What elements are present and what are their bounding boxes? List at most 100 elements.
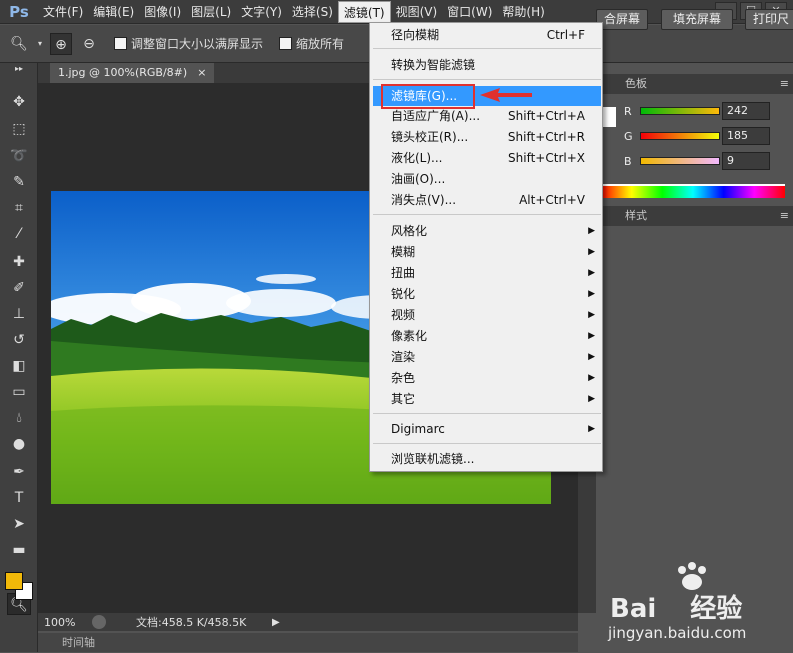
menu-select[interactable]: 选择(S) [287,1,338,23]
g-slider[interactable] [640,132,720,140]
checkbox-box[interactable] [279,37,293,50]
menu-item-oil-paint[interactable]: 油画(O)... [373,169,601,189]
r-slider[interactable] [640,107,720,115]
menu-item-label: 转换为智能滤镜 [391,58,476,72]
document-size: 文档:458.5 K/458.5K [136,616,247,629]
menu-layer[interactable]: 图层(L) [186,1,236,23]
menu-view[interactable]: 视图(V) [391,1,443,23]
gradient-tool-icon[interactable]: ▭ [7,381,31,403]
print-size-button[interactable]: 打印尺 [745,9,793,30]
healing-brush-tool-icon[interactable]: ✚ [7,251,31,273]
timeline-panel-header[interactable]: 时间轴 [38,633,578,652]
submenu-arrow-icon: ▶ [588,310,595,320]
tab-swatches[interactable]: 色板 [620,74,652,94]
move-tool-icon[interactable]: ✥ [7,91,31,113]
separator [373,413,601,414]
type-tool-icon[interactable]: T [7,487,31,509]
foreground-color-swatch[interactable] [5,572,23,590]
menu-filter[interactable]: 滤镜(T) [337,0,391,23]
resize-windows-checkbox[interactable]: 调整窗口大小以满屏显示 [114,35,263,52]
quick-select-tool-icon[interactable]: ✎ [7,171,31,193]
b-slider-row: B 9 [624,151,789,171]
menu-item-liquify[interactable]: 液化(L)... Shift+Ctrl+X [373,148,601,168]
history-brush-tool-icon[interactable]: ↺ [7,329,31,351]
menu-item-sharpen[interactable]: 锐化 ▶ [373,284,601,304]
menu-item-digimarc[interactable]: Digimarc ▶ [373,419,601,439]
menu-item-stylize[interactable]: 风格化 ▶ [373,221,601,241]
document-title: 1.jpg @ 100%(RGB/8#) [58,66,188,79]
zoom-out-icon[interactable]: ⊖ [78,33,100,55]
eraser-tool-icon[interactable]: ◧ [7,355,31,377]
document-tab[interactable]: 1.jpg @ 100%(RGB/8#) × [50,63,215,83]
menu-item-render[interactable]: 渲染 ▶ [373,347,601,367]
zoom-tool-icon[interactable]: 🔍︎ [8,33,30,55]
menu-item-vanishing-point[interactable]: 消失点(V)... Alt+Ctrl+V [373,190,601,210]
menu-edit[interactable]: 编辑(E) [88,1,139,23]
menu-type[interactable]: 文字(Y) [236,1,287,23]
menu-image[interactable]: 图像(I) [139,1,186,23]
submenu-arrow-icon: ▶ [588,289,595,299]
panel-menu-icon[interactable]: ≡ [780,206,789,226]
share-icon[interactable] [92,615,106,629]
resize-windows-label: 调整窗口大小以满屏显示 [131,37,264,51]
path-selection-tool-icon[interactable]: ➤ [7,513,31,535]
annotation-arrow-icon [480,88,532,102]
lasso-tool-icon[interactable]: ➰ [7,145,31,167]
marquee-tool-icon[interactable]: ⬚ [7,118,31,140]
watermark-brand: Bai 经验 [610,588,742,625]
menu-item-pixelate[interactable]: 像素化 ▶ [373,326,601,346]
menu-item-noise[interactable]: 杂色 ▶ [373,368,601,388]
menu-item-blur[interactable]: 模糊 ▶ [373,242,601,262]
style-panel-tabs: 样式 ≡ [596,206,793,226]
b-slider[interactable] [640,157,720,165]
menu-item-distort[interactable]: 扭曲 ▶ [373,263,601,283]
menu-item-label: 风格化 [391,224,428,238]
status-menu-arrow-icon[interactable]: ▶ [272,617,280,628]
separator [373,443,601,444]
separator [373,48,601,49]
b-value-input[interactable]: 9 [722,152,770,170]
tools-panel: ▸▸ ✥ ⬚ ➰ ✎ ⌗ ⁄ ✚ ✐ ⊥ ↺ ◧ ▭ 💧︎ ● ✒ T ➤ ▬ … [0,63,38,652]
fill-screen-button[interactable]: 填充屏幕 [661,9,733,30]
crop-tool-icon[interactable]: ⌗ [7,197,31,219]
menu-item-browse-filters-online[interactable]: 浏览联机滤镜... [373,449,601,469]
r-value-input[interactable]: 242 [722,102,770,120]
submenu-arrow-icon: ▶ [588,226,595,236]
tab-styles[interactable]: 样式 [620,206,652,226]
menu-item-label: Digimarc [391,422,445,436]
menu-item-adaptive-wide-angle[interactable]: 自适应广角(A)... Shift+Ctrl+A [373,106,601,126]
pen-tool-icon[interactable]: ✒ [7,461,31,483]
shortcut: Ctrl+F [546,28,585,42]
menu-item-label: 模糊 [391,245,416,259]
blur-tool-icon[interactable]: 💧︎ [7,407,31,429]
collapse-icon[interactable]: ▸▸ [7,63,31,75]
menu-file[interactable]: 文件(F) [38,1,88,23]
zoom-level[interactable]: 100% [38,616,78,629]
menu-item-lens-correction[interactable]: 镜头校正(R)... Shift+Ctrl+R [373,127,601,147]
color-spectrum[interactable] [601,184,785,198]
menu-help[interactable]: 帮助(H) [497,1,549,23]
submenu-arrow-icon: ▶ [588,424,595,434]
eyedropper-tool-icon[interactable]: ⁄ [7,223,31,245]
menu-item-smart-filter[interactable]: 转换为智能滤镜 [373,55,601,75]
zoom-in-icon[interactable]: ⊕ [50,32,72,55]
menu-item-video[interactable]: 视频 ▶ [373,305,601,325]
g-label: G [624,129,633,143]
shortcut: Shift+Ctrl+A [508,109,585,123]
close-tab-icon[interactable]: × [197,63,206,83]
panel-menu-icon[interactable]: ≡ [780,74,789,94]
menu-item-other[interactable]: 其它 ▶ [373,389,601,409]
stamp-tool-icon[interactable]: ⊥ [7,303,31,325]
menu-item-radial-blur[interactable]: 径向模糊 Ctrl+F [373,25,601,45]
rectangle-tool-icon[interactable]: ▬ [7,539,31,561]
shortcut: Alt+Ctrl+V [519,193,585,207]
g-value-input[interactable]: 185 [722,127,770,145]
color-swatch-preview[interactable] [602,107,616,127]
checkbox-box[interactable] [114,37,127,50]
brush-tool-icon[interactable]: ✐ [7,277,31,299]
dropdown-arrow-icon[interactable]: ▾ [36,33,44,55]
dodge-tool-icon[interactable]: ● [7,433,31,455]
fit-screen-button[interactable]: 合屏幕 [596,9,648,30]
menu-window[interactable]: 窗口(W) [442,1,497,23]
zoom-all-checkbox[interactable]: 缩放所有 [279,35,344,52]
